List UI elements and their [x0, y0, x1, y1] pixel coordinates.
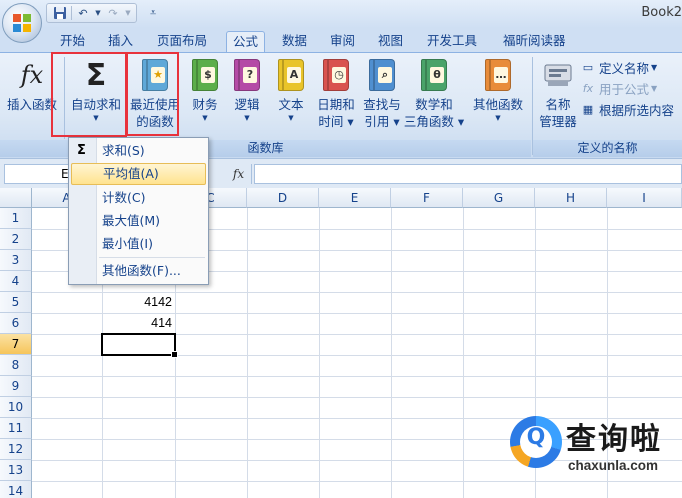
text-button[interactable]: A 文本 ▼: [274, 57, 308, 124]
column-header-i[interactable]: I: [607, 188, 682, 208]
more-functions-button[interactable]: … 其他函数 ▼: [468, 57, 528, 124]
column-header-g[interactable]: G: [463, 188, 535, 208]
watermark: Q 查询啦 chaxunla.com: [508, 408, 678, 496]
tab-home[interactable]: 开始: [54, 31, 91, 52]
grid-line: [463, 208, 464, 498]
tab-formulas[interactable]: 公式: [226, 31, 266, 52]
create-from-selection-button[interactable]: ▦ 根据所选内容: [580, 100, 674, 118]
define-name-icon: ▭: [582, 60, 594, 74]
menu-item-sum[interactable]: Σ 求和(S): [71, 140, 206, 162]
row-header-9[interactable]: 9: [0, 376, 32, 397]
column-header-e[interactable]: E: [319, 188, 391, 208]
row-header-11[interactable]: 11: [0, 418, 32, 439]
lookup-reference-button[interactable]: ⌕ 查找与 引用 ▾: [360, 57, 404, 130]
row-header-12[interactable]: 12: [0, 439, 32, 460]
grid-line: [32, 397, 682, 398]
select-all-corner[interactable]: [0, 188, 32, 208]
more-functions-books-icon: …: [482, 57, 514, 93]
office-logo-icon: [13, 14, 31, 32]
watermark-domain: chaxunla.com: [568, 458, 659, 473]
use-in-formula-button[interactable]: fx 用于公式 ▼: [580, 79, 657, 97]
column-header-h[interactable]: H: [535, 188, 607, 208]
date-time-book-icon: ◷: [320, 57, 352, 93]
dropdown-arrow-icon: ▼: [288, 114, 294, 122]
dropdown-arrow-icon: ▼: [202, 114, 208, 122]
dropdown-arrow-icon: ▼: [651, 83, 658, 93]
tab-developer[interactable]: 开发工具: [421, 31, 483, 52]
row-header-5[interactable]: 5: [0, 292, 32, 313]
name-manager-button[interactable]: 名称 管理器: [536, 57, 580, 130]
column-header-f[interactable]: F: [391, 188, 463, 208]
row-header-1[interactable]: 1: [0, 208, 32, 229]
formula-input[interactable]: [254, 164, 682, 184]
row-header-3[interactable]: 3: [0, 250, 32, 271]
quick-access-toolbar: ↶ ▼ ↷ ▼: [46, 3, 137, 23]
row-header-7[interactable]: 7: [0, 334, 32, 355]
date-time-button[interactable]: ◷ 日期和 时间 ▾: [314, 57, 358, 130]
define-name-button[interactable]: ▭ 定义名称 ▼: [580, 58, 657, 76]
tab-view[interactable]: 视图: [372, 31, 409, 52]
insert-function-fx-icon[interactable]: fx: [226, 164, 252, 184]
window-title: Book2: [641, 5, 682, 20]
highlight-autosum: [51, 52, 127, 137]
group-label-defined-names: 定义的名称: [533, 140, 682, 157]
redo-dropdown-icon[interactable]: ▼: [124, 5, 132, 21]
row-header-10[interactable]: 10: [0, 397, 32, 418]
logical-button[interactable]: ? 逻辑 ▼: [230, 57, 264, 124]
ribbon-tabs: 开始 插入 页面布局 公式 数据 审阅 视图 开发工具 福昕阅读器: [0, 28, 682, 52]
create-from-selection-icon: ▦: [582, 102, 594, 116]
math-book-icon: θ: [418, 57, 450, 93]
undo-dropdown-icon[interactable]: ▼: [94, 5, 102, 21]
grid-line: [247, 208, 248, 498]
watermark-brand: 查询啦: [566, 422, 662, 457]
menu-separator: [99, 257, 205, 258]
math-trig-button[interactable]: θ 数学和 三角函数 ▾: [404, 57, 464, 130]
customize-toolbar-icon[interactable]: ⩡: [150, 6, 156, 20]
grid-line: [319, 208, 320, 498]
title-bar: ↶ ▼ ↷ ▼ ⩡ Book2: [0, 0, 682, 28]
menu-item-min[interactable]: 最小值(I): [71, 233, 206, 255]
name-manager-icon: [542, 57, 574, 93]
dropdown-arrow-icon: ▼: [495, 114, 501, 122]
dropdown-arrow-icon: ▼: [244, 114, 250, 122]
financial-book-icon: $: [189, 57, 221, 93]
save-icon[interactable]: [51, 5, 69, 21]
tab-page-layout[interactable]: 页面布局: [151, 31, 213, 52]
sigma-icon: Σ: [77, 143, 86, 158]
grid-line: [391, 208, 392, 498]
row-header-14[interactable]: 14: [0, 481, 32, 498]
financial-button[interactable]: $ 财务 ▼: [188, 57, 222, 124]
redo-icon[interactable]: ↷: [104, 5, 122, 21]
tab-review[interactable]: 审阅: [324, 31, 361, 52]
menu-item-count[interactable]: 计数(C): [71, 187, 206, 209]
cell-b6[interactable]: 414: [102, 313, 175, 334]
tab-insert[interactable]: 插入: [102, 31, 139, 52]
tab-data[interactable]: 数据: [276, 31, 313, 52]
dropdown-arrow-icon: ▼: [651, 62, 658, 72]
fx-icon: fx: [20, 61, 44, 89]
use-in-formula-icon: fx: [582, 81, 594, 95]
watermark-q-glyph: Q: [526, 425, 546, 450]
column-header-d[interactable]: D: [247, 188, 319, 208]
tab-foxit-reader[interactable]: 福昕阅读器: [497, 31, 572, 52]
row-header-6[interactable]: 6: [0, 313, 32, 334]
row-header-8[interactable]: 8: [0, 355, 32, 376]
cell-b5[interactable]: 4142: [102, 292, 175, 313]
autosum-dropdown-menu: Σ 求和(S) 平均值(A) 计数(C) 最大值(M) 最小值(I) 其他函数(…: [68, 137, 209, 285]
toolbar-separator: [71, 6, 72, 20]
lookup-book-icon: ⌕: [366, 57, 398, 93]
active-cell-b7[interactable]: [101, 333, 178, 358]
row-header-13[interactable]: 13: [0, 460, 32, 481]
menu-item-max[interactable]: 最大值(M): [71, 210, 206, 232]
undo-icon[interactable]: ↶: [74, 5, 92, 21]
logical-book-icon: ?: [231, 57, 263, 93]
text-book-icon: A: [275, 57, 307, 93]
row-header-4[interactable]: 4: [0, 271, 32, 292]
highlight-recently-used: [126, 52, 179, 136]
office-button[interactable]: [2, 3, 42, 43]
grid-line: [32, 376, 682, 377]
menu-item-average[interactable]: 平均值(A): [71, 163, 206, 185]
row-header-2[interactable]: 2: [0, 229, 32, 250]
menu-item-more-functions[interactable]: 其他函数(F)...: [71, 260, 206, 282]
